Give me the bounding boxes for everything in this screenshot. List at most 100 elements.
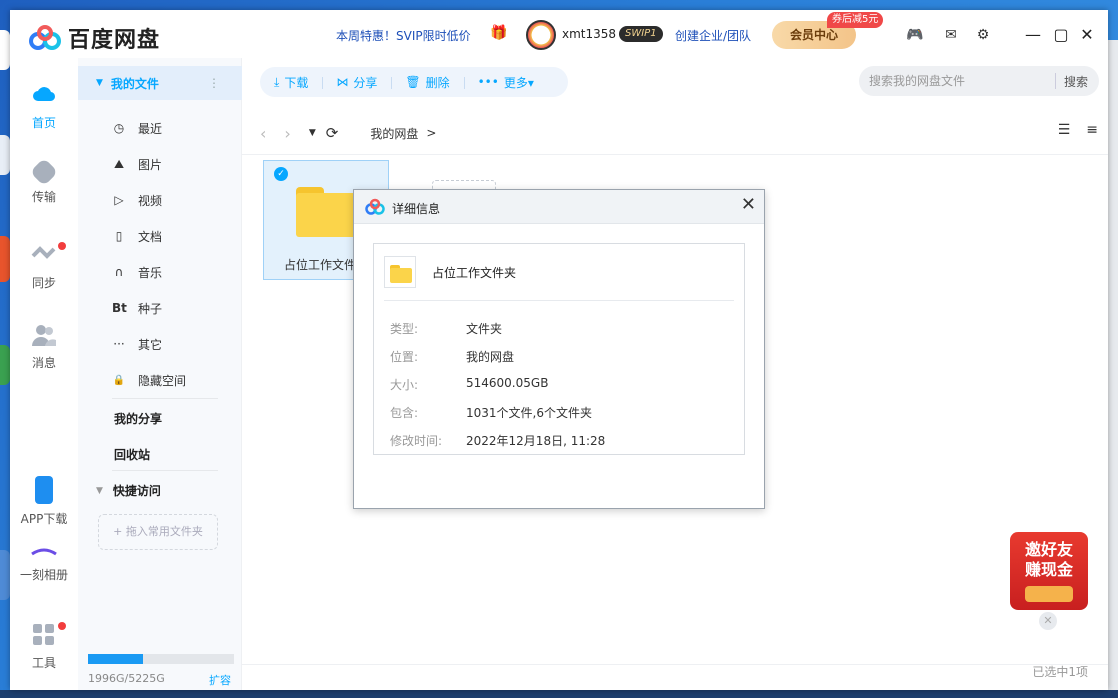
search-input[interactable] bbox=[869, 74, 1055, 88]
create-enterprise-link[interactable]: 创建企业/团队 bbox=[675, 27, 751, 44]
folder-icon bbox=[384, 256, 416, 288]
rail-item-app-download[interactable]: APP下载 bbox=[10, 476, 78, 527]
sidebar-recycle-bin[interactable]: 回收站 bbox=[114, 446, 150, 463]
desktop-icon bbox=[0, 236, 10, 282]
selected-check-icon[interactable]: ✓ bbox=[274, 167, 288, 181]
sidebar-item-torrents[interactable]: Bt 种子 bbox=[112, 298, 162, 318]
dots-icon: ••• bbox=[477, 75, 499, 89]
detail-value: 1031个文件,6个文件夹 bbox=[466, 406, 592, 420]
phone-icon bbox=[35, 476, 53, 504]
sidebar-item-label: 最近 bbox=[138, 121, 163, 136]
rail-label: 同步 bbox=[31, 276, 56, 290]
sidebar-my-share[interactable]: 我的分享 bbox=[114, 410, 162, 427]
gift-icon[interactable]: 🎁 bbox=[490, 25, 507, 41]
search-divider bbox=[1055, 73, 1056, 89]
delete-label: 删除 bbox=[425, 75, 450, 90]
sidebar-item-videos[interactable]: ▷ 视频 bbox=[112, 190, 162, 210]
back-icon[interactable]: ‹ bbox=[260, 124, 266, 143]
desktop-icon bbox=[0, 135, 10, 175]
sidebar-item-label: 图片 bbox=[138, 157, 163, 172]
rail-item-album[interactable]: 一刻相册 bbox=[10, 546, 78, 583]
refresh-icon[interactable]: ⟳ bbox=[326, 124, 339, 142]
settings-icon[interactable]: ⚙ bbox=[972, 24, 994, 46]
rail-label: 工具 bbox=[31, 656, 56, 670]
headphones-icon: ∩ bbox=[114, 265, 124, 279]
download-icon: ⤓ bbox=[274, 74, 280, 89]
sidebar-item-other[interactable]: ··· 其它 bbox=[112, 334, 162, 354]
rail-label: APP下载 bbox=[20, 512, 68, 526]
bt-icon: Bt bbox=[112, 301, 127, 315]
sidebar-item-hidden-space[interactable]: 🔒 隐藏空间 bbox=[112, 370, 186, 390]
ellipsis-icon: ··· bbox=[113, 337, 125, 351]
people-icon bbox=[31, 322, 57, 348]
close-icon[interactable]: ✕ bbox=[741, 194, 756, 215]
game-icon[interactable]: 🎮 bbox=[904, 24, 926, 46]
rail-item-sync[interactable]: 同步 bbox=[10, 242, 78, 291]
detail-row: 大小: 514600.05GB bbox=[390, 376, 730, 394]
desktop-edge bbox=[0, 0, 10, 698]
sidebar-item-recent[interactable]: ◷ 最近 bbox=[112, 118, 162, 138]
more-vertical-icon[interactable]: ⋮ bbox=[208, 76, 220, 90]
close-window-button[interactable]: ✕ bbox=[1074, 22, 1100, 46]
view-controls: ☰ ≡ bbox=[1042, 122, 1098, 138]
image-icon: ⛰ bbox=[113, 156, 125, 171]
storage-quota-fill bbox=[88, 654, 144, 664]
quick-access-label: 快捷访问 bbox=[112, 484, 161, 498]
divider bbox=[384, 300, 734, 301]
share-icon: ⋈ bbox=[336, 75, 349, 89]
sidebar-quick-access[interactable]: ▼ 快捷访问 bbox=[96, 482, 161, 499]
desktop-icon bbox=[0, 550, 10, 600]
details-dialog: 详细信息 ✕ 占位工作文件夹 类型: 文件夹 位置: 我的网盘 大小: 5146… bbox=[353, 189, 765, 509]
expand-storage-link[interactable]: 扩容 bbox=[209, 672, 231, 688]
history-dropdown-icon[interactable]: ▼ bbox=[309, 128, 316, 138]
svip-promo-link[interactable]: 本周特惠！SVIP限时低价 bbox=[336, 27, 471, 44]
invite-line1: 邀好友 bbox=[1024, 540, 1073, 559]
download-label: 下载 bbox=[284, 75, 309, 90]
title-bar: 百度网盘 本周特惠！SVIP限时低价 🎁 xmt1358 SWIP1 创建企业/… bbox=[10, 10, 1108, 58]
detail-key: 修改时间: bbox=[390, 434, 443, 448]
quick-access-dropzone[interactable]: + 拖入常用文件夹 bbox=[98, 514, 218, 550]
maximize-button[interactable]: ▢ bbox=[1048, 22, 1074, 46]
svip-badge: SWIP1 bbox=[619, 26, 663, 42]
rail-item-home[interactable]: 首页 bbox=[10, 82, 78, 131]
divider bbox=[112, 470, 218, 471]
invite-friends-banner[interactable]: 邀好友 赚现金 bbox=[1010, 532, 1088, 610]
rail-item-transfer[interactable]: 传输 bbox=[10, 157, 78, 205]
download-button[interactable]: ⤓ 下载 bbox=[260, 74, 322, 91]
sidebar-item-label: 种子 bbox=[138, 301, 163, 316]
clock-icon: ◷ bbox=[113, 121, 125, 135]
avatar[interactable] bbox=[526, 20, 556, 50]
username[interactable]: xmt1358 bbox=[562, 27, 616, 41]
search-button[interactable]: 搜索 bbox=[1064, 73, 1088, 90]
close-banner-icon[interactable]: ✕ bbox=[1039, 612, 1057, 630]
mail-icon[interactable]: ✉ bbox=[940, 24, 962, 46]
sort-icon[interactable]: ☰ bbox=[1058, 122, 1071, 138]
sidebar-item-label: 音乐 bbox=[138, 265, 163, 280]
rail-item-tools[interactable]: 工具 bbox=[10, 622, 78, 671]
dialog-folder-name: 占位工作文件夹 bbox=[432, 266, 517, 280]
forward-icon[interactable]: › bbox=[284, 124, 290, 143]
rail-item-messages[interactable]: 消息 bbox=[10, 322, 78, 371]
list-view-icon[interactable]: ≡ bbox=[1086, 122, 1098, 138]
more-button[interactable]: ••• 更多▾ bbox=[463, 74, 548, 91]
breadcrumb-root[interactable]: 我的网盘 bbox=[370, 125, 418, 142]
sidebar-item-label: 隐藏空间 bbox=[138, 373, 187, 388]
sidebar-item-label: 其它 bbox=[138, 337, 163, 352]
sidebar-item-music[interactable]: ∩ 音乐 bbox=[112, 262, 162, 282]
play-icon: ▷ bbox=[114, 193, 124, 207]
delete-button[interactable]: 🗑 删除 bbox=[391, 74, 463, 91]
storage-quota-text: 1996G/5225G bbox=[88, 672, 165, 685]
divider bbox=[242, 664, 1108, 665]
share-button[interactable]: ⋈ 分享 bbox=[322, 74, 391, 91]
invite-line2: 赚现金 bbox=[1024, 560, 1073, 579]
sidebar-item-images[interactable]: ⛰ 图片 bbox=[112, 154, 162, 174]
trash-icon: 🗑 bbox=[405, 75, 421, 89]
app-window: 百度网盘 本周特惠！SVIP限时低价 🎁 xmt1358 SWIP1 创建企业/… bbox=[10, 10, 1108, 690]
sidebar-item-documents[interactable]: ▯ 文档 bbox=[112, 226, 162, 246]
detail-row: 包含: 1031个文件,6个文件夹 bbox=[390, 404, 730, 422]
minimize-button[interactable]: — bbox=[1020, 22, 1046, 46]
detail-value: 2022年12月18日, 11:28 bbox=[466, 434, 606, 448]
rail-label: 消息 bbox=[31, 356, 56, 370]
sidebar-my-files[interactable]: ▼ 我的文件 ⋮ bbox=[78, 66, 242, 100]
baidu-netdisk-logo-icon bbox=[29, 25, 61, 50]
